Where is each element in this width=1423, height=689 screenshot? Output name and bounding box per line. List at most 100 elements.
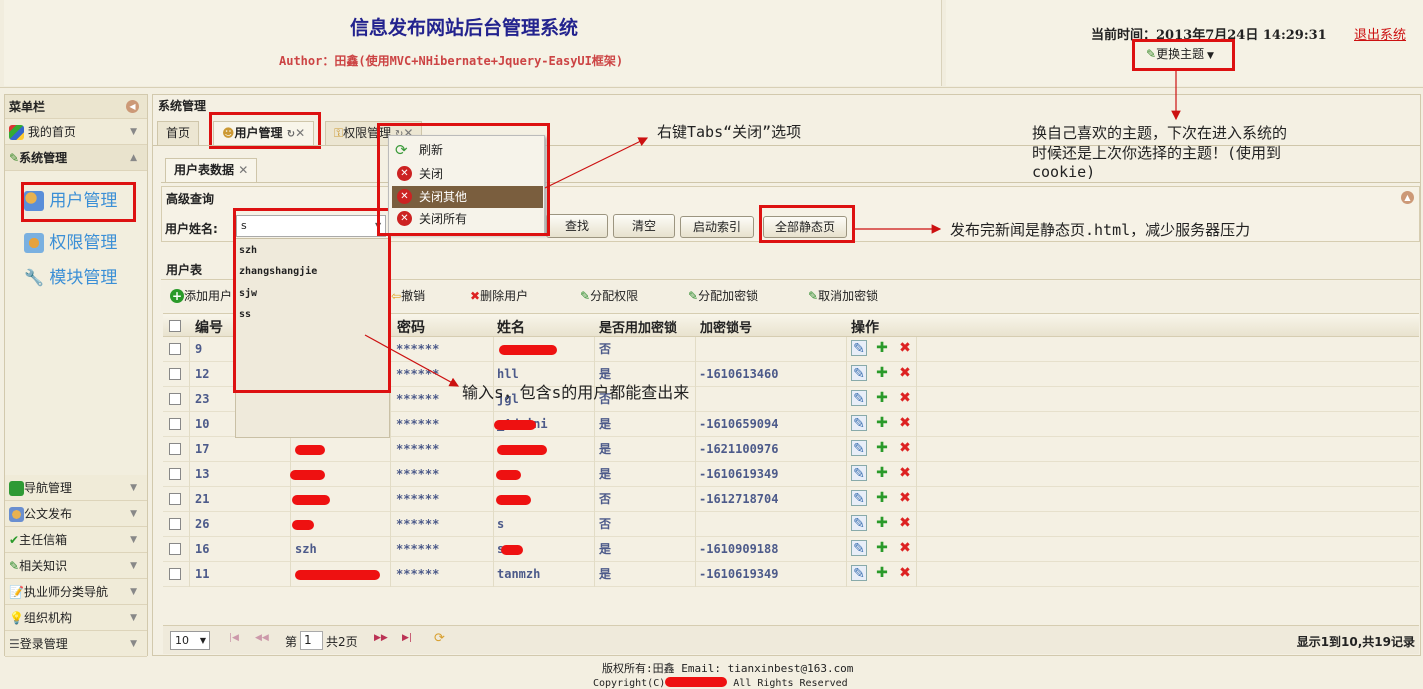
- cell-divider: [916, 337, 917, 362]
- search-collapse-icon[interactable]: ▲: [1401, 191, 1414, 204]
- static-page-button[interactable]: 全部静态页: [763, 216, 847, 238]
- row-checkbox[interactable]: [169, 543, 181, 555]
- sidebar-item-mailbox[interactable]: ✔主任信箱 ▼: [5, 527, 147, 553]
- table-row[interactable]: 26 ****** s 否 ✎ ✚ ✖: [163, 512, 1419, 537]
- row-checkbox[interactable]: [169, 343, 181, 355]
- delete-icon[interactable]: ✖: [897, 540, 913, 556]
- edit-icon[interactable]: ✎: [851, 540, 867, 557]
- assign-permission-button[interactable]: ✎分配权限: [580, 287, 638, 304]
- table-row[interactable]: 21 ****** 否 -1612718704 ✎ ✚ ✖: [163, 487, 1419, 512]
- sidebar-item-user-mgmt[interactable]: 用户管理: [24, 186, 117, 211]
- select-all-checkbox[interactable]: [169, 320, 181, 332]
- table-row[interactable]: 13 ****** 是 -1610619349 ✎ ✚ ✖: [163, 462, 1419, 487]
- sidebar-item-module-mgmt[interactable]: 🔧 模块管理: [24, 263, 117, 288]
- menu-item-close-all[interactable]: ✕ 关闭所有: [389, 208, 546, 230]
- pencil-icon: ✎: [808, 289, 819, 303]
- sidebar-item-practitioner[interactable]: 📝执业师分类导航 ▼: [5, 579, 147, 605]
- close-icon: ✕: [397, 189, 412, 204]
- chevron-down-icon[interactable]: ▼: [375, 221, 381, 230]
- page-input[interactable]: 1: [300, 631, 323, 650]
- find-button[interactable]: 查找: [546, 214, 608, 238]
- sidebar-item-docs[interactable]: 公文发布 ▼: [5, 501, 147, 527]
- next-page-icon[interactable]: ▶▶: [374, 633, 388, 643]
- cancel-lock-button[interactable]: ✎取消加密锁: [808, 287, 878, 304]
- sidebar-item-system[interactable]: ✎系统管理 ▲: [5, 145, 147, 171]
- sidebar-item-org[interactable]: 💡组织机构 ▼: [5, 605, 147, 631]
- first-page-icon[interactable]: |◀: [229, 633, 239, 643]
- delete-icon[interactable]: ✖: [897, 415, 913, 431]
- row-checkbox[interactable]: [169, 368, 181, 380]
- annotation-search: 输入s，包含s的用户都能查出来: [462, 383, 690, 402]
- add-icon[interactable]: ✚: [874, 540, 890, 556]
- delete-icon[interactable]: ✖: [897, 490, 913, 506]
- add-icon[interactable]: ✚: [874, 340, 890, 356]
- row-checkbox[interactable]: [169, 418, 181, 430]
- theme-button[interactable]: ✎更换主题 ▼: [1136, 42, 1232, 68]
- add-icon[interactable]: ✚: [874, 390, 890, 406]
- table-row[interactable]: 17 ****** 是 -1621100976 ✎ ✚ ✖: [163, 437, 1419, 462]
- edit-icon[interactable]: ✎: [851, 465, 867, 482]
- tab-user-data[interactable]: 用户表数据 ✕: [165, 158, 258, 182]
- row-checkbox[interactable]: [169, 468, 181, 480]
- menu-item-close[interactable]: ✕ 关闭: [389, 163, 546, 185]
- edit-icon[interactable]: ✎: [851, 365, 867, 382]
- delete-user-button[interactable]: ✖删除用户: [470, 287, 528, 304]
- add-icon[interactable]: ✚: [874, 365, 890, 381]
- add-icon[interactable]: ✚: [874, 465, 890, 481]
- clear-button[interactable]: 清空: [613, 214, 675, 238]
- row-checkbox[interactable]: [169, 568, 181, 580]
- last-page-icon[interactable]: ▶|: [402, 633, 412, 643]
- collapse-icon[interactable]: ◀: [126, 100, 139, 113]
- autocomplete-item[interactable]: szh: [239, 245, 257, 256]
- cell-lock-no: -1612718704: [699, 492, 779, 506]
- add-icon[interactable]: ✚: [874, 515, 890, 531]
- edit-icon[interactable]: ✎: [851, 440, 867, 457]
- add-user-button[interactable]: + 添加用户: [170, 287, 232, 304]
- edit-icon[interactable]: ✎: [851, 565, 867, 582]
- sidebar-item-nav[interactable]: 导航管理 ▼: [5, 475, 147, 501]
- delete-icon[interactable]: ✖: [897, 440, 913, 456]
- refresh-icon[interactable]: ⟳: [434, 631, 445, 646]
- tab-home[interactable]: 首页: [157, 121, 200, 145]
- add-icon[interactable]: ✚: [874, 565, 890, 581]
- search-input[interactable]: s: [236, 215, 386, 237]
- logout-link[interactable]: 退出系统: [1354, 24, 1406, 43]
- sidebar-item-knowledge[interactable]: ✎相关知识 ▼: [5, 553, 147, 579]
- delete-icon[interactable]: ✖: [897, 390, 913, 406]
- menu-item-refresh[interactable]: ⟳ 刷新: [389, 139, 546, 161]
- autocomplete-item[interactable]: sjw: [239, 288, 257, 299]
- edit-icon[interactable]: ✎: [851, 490, 867, 507]
- sidebar-item-home[interactable]: 我的首页 ▼: [5, 119, 147, 145]
- delete-icon[interactable]: ✖: [897, 340, 913, 356]
- edit-icon[interactable]: ✎: [851, 390, 867, 407]
- row-checkbox[interactable]: [169, 518, 181, 530]
- delete-icon[interactable]: ✖: [897, 465, 913, 481]
- add-icon[interactable]: ✚: [874, 490, 890, 506]
- delete-icon[interactable]: ✖: [897, 365, 913, 381]
- refresh-icon[interactable]: ↻: [287, 129, 295, 140]
- tab-user-mgmt[interactable]: ☻用户管理 ↻✕: [213, 121, 315, 145]
- edit-icon[interactable]: ✎: [851, 415, 867, 432]
- row-checkbox[interactable]: [169, 393, 181, 405]
- page-size-select[interactable]: 10 ▼: [170, 631, 210, 650]
- table-row[interactable]: 16szh******s是-1610909188✎✚✖: [163, 537, 1419, 562]
- sidebar-item-login[interactable]: ☰登录管理 ▼: [5, 631, 147, 657]
- autocomplete-item[interactable]: zhangshangjie: [239, 266, 317, 277]
- prev-page-icon[interactable]: ◀◀: [255, 633, 269, 643]
- assign-lock-button[interactable]: ✎分配加密锁: [688, 287, 758, 304]
- autocomplete-item[interactable]: ss: [239, 309, 251, 320]
- index-button[interactable]: 启动索引: [680, 216, 754, 238]
- row-checkbox[interactable]: [169, 493, 181, 505]
- close-icon[interactable]: ✕: [295, 126, 305, 140]
- delete-icon[interactable]: ✖: [897, 565, 913, 581]
- row-checkbox[interactable]: [169, 443, 181, 455]
- sidebar-item-permission-mgmt[interactable]: 权限管理: [24, 228, 117, 253]
- menu-item-close-others[interactable]: ✕ 关闭其他: [392, 186, 543, 208]
- delete-icon[interactable]: ✖: [897, 515, 913, 531]
- add-icon[interactable]: ✚: [874, 415, 890, 431]
- edit-icon[interactable]: ✎: [851, 340, 867, 357]
- edit-icon[interactable]: ✎: [851, 515, 867, 532]
- close-icon[interactable]: ✕: [234, 163, 248, 177]
- add-icon[interactable]: ✚: [874, 440, 890, 456]
- undo-button[interactable]: ⇦撤销: [391, 287, 425, 304]
